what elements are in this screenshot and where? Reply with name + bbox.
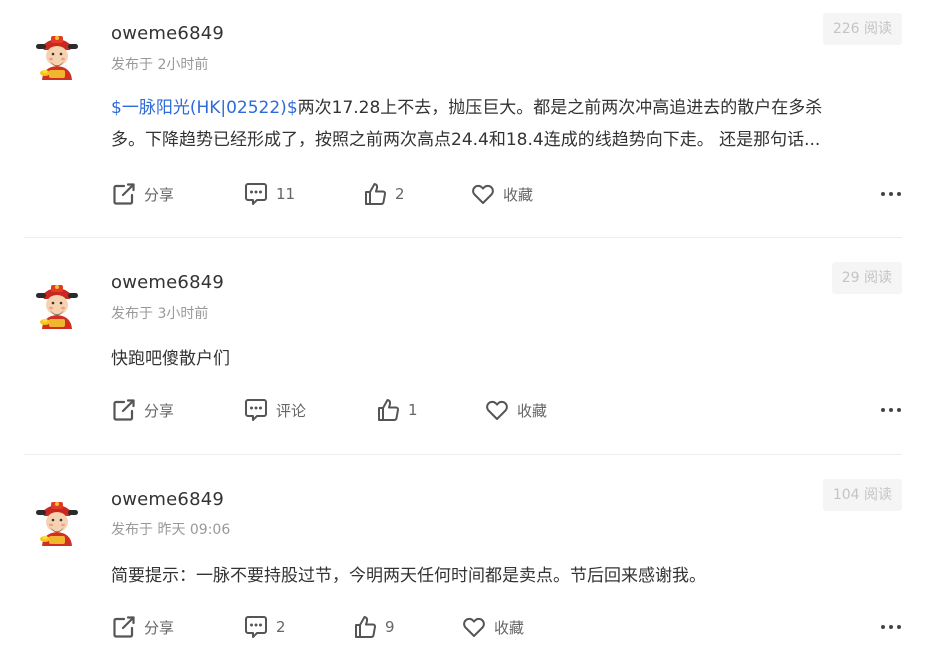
- action-bar: 分享 评论 1 收藏: [111, 395, 902, 425]
- comment-icon: [243, 397, 269, 423]
- thumbs-up-icon: [352, 614, 378, 640]
- comment-icon: [243, 614, 269, 640]
- favorite-label: 收藏: [517, 401, 548, 420]
- heart-icon: [470, 181, 496, 207]
- favorite-button[interactable]: 收藏: [470, 179, 533, 209]
- favorite-label: 收藏: [494, 618, 525, 637]
- favorite-button[interactable]: 收藏: [484, 395, 547, 425]
- more-button[interactable]: [880, 179, 902, 209]
- favorite-button[interactable]: 收藏: [461, 612, 524, 642]
- more-dots-icon: [880, 407, 902, 413]
- caishen-avatar-icon: [34, 30, 80, 82]
- share-button[interactable]: 分享: [111, 612, 174, 642]
- username[interactable]: oweme6849: [111, 272, 224, 293]
- thumbs-up-icon: [375, 397, 401, 423]
- post-item: oweme6849 发布于 昨天 09:06 104 阅读 简要提示：一脉不要持…: [24, 455, 902, 658]
- post-time: 昨天 09:06: [157, 522, 231, 538]
- share-icon: [111, 614, 137, 640]
- comment-icon: [243, 181, 269, 207]
- like-count: 1: [408, 401, 418, 419]
- heart-icon: [461, 614, 487, 640]
- caishen-avatar-icon: [34, 496, 80, 548]
- favorite-label: 收藏: [503, 185, 534, 204]
- post-content[interactable]: 简要提示：一脉不要持股过节，今明两天任何时间都是卖点。节后回来感谢我。: [111, 560, 902, 592]
- read-count-badge: 226 阅读: [822, 13, 902, 45]
- share-button[interactable]: 分享: [111, 179, 174, 209]
- share-button[interactable]: 分享: [111, 395, 174, 425]
- share-label: 分享: [144, 401, 175, 420]
- post-time: 3小时前: [157, 306, 209, 322]
- like-button[interactable]: 9: [352, 612, 395, 642]
- username[interactable]: oweme6849: [111, 489, 224, 510]
- more-dots-icon: [880, 191, 902, 197]
- read-count-badge: 104 阅读: [822, 479, 902, 511]
- post-meta: 发布于 2小时前: [111, 54, 208, 74]
- post-time: 2小时前: [157, 57, 209, 73]
- like-count: 2: [395, 185, 405, 203]
- caishen-avatar-icon: [34, 279, 80, 331]
- content-line-1: $一脉阳光(HK|02522)$两次17.28上不去，抛压巨大。都是之前两次冲高…: [111, 92, 902, 124]
- meta-prefix: 发布于: [111, 306, 153, 322]
- content-text: 两次17.28上不去，抛压巨大。都是之前两次冲高追进去的散户在多杀: [297, 98, 823, 118]
- post-item: oweme6849 发布于 2小时前 226 阅读 $一脉阳光(HK|02522…: [24, 0, 902, 238]
- post-meta: 发布于 昨天 09:06: [111, 519, 230, 539]
- share-icon: [111, 181, 137, 207]
- comment-button[interactable]: 评论: [243, 395, 306, 425]
- share-label: 分享: [144, 618, 175, 637]
- comment-button[interactable]: 2: [243, 612, 286, 642]
- stock-link[interactable]: $一脉阳光(HK|02522)$: [111, 98, 298, 118]
- username[interactable]: oweme6849: [111, 23, 224, 44]
- action-bar: 分享 11 2 收藏: [111, 179, 902, 209]
- content-line-2: 多。下降趋势已经形成了，按照之前两次高点24.4和18.4连成的线趋势向下走。 …: [111, 130, 821, 150]
- like-button[interactable]: 1: [375, 395, 418, 425]
- share-icon: [111, 397, 137, 423]
- comment-count: 2: [276, 618, 286, 636]
- like-count: 9: [385, 618, 395, 636]
- more-button[interactable]: [880, 395, 902, 425]
- avatar[interactable]: [34, 30, 80, 82]
- avatar[interactable]: [34, 279, 80, 331]
- like-button[interactable]: 2: [362, 179, 405, 209]
- comment-label: 评论: [276, 401, 307, 420]
- comment-button[interactable]: 11: [243, 179, 295, 209]
- post-content[interactable]: $一脉阳光(HK|02522)$两次17.28上不去，抛压巨大。都是之前两次冲高…: [111, 92, 902, 156]
- action-bar: 分享 2 9 收藏: [111, 612, 902, 642]
- post-item: oweme6849 发布于 3小时前 29 阅读 快跑吧傻散户们 分享 评论 1…: [24, 238, 902, 455]
- thumbs-up-icon: [362, 181, 388, 207]
- read-count-badge: 29 阅读: [831, 262, 902, 294]
- more-button[interactable]: [880, 612, 902, 642]
- comment-count: 11: [276, 185, 296, 203]
- more-dots-icon: [880, 624, 902, 630]
- share-label: 分享: [144, 185, 175, 204]
- avatar[interactable]: [34, 496, 80, 548]
- post-meta: 发布于 3小时前: [111, 303, 208, 323]
- meta-prefix: 发布于: [111, 57, 153, 73]
- post-content[interactable]: 快跑吧傻散户们: [111, 343, 902, 375]
- heart-icon: [484, 397, 510, 423]
- meta-prefix: 发布于: [111, 522, 153, 538]
